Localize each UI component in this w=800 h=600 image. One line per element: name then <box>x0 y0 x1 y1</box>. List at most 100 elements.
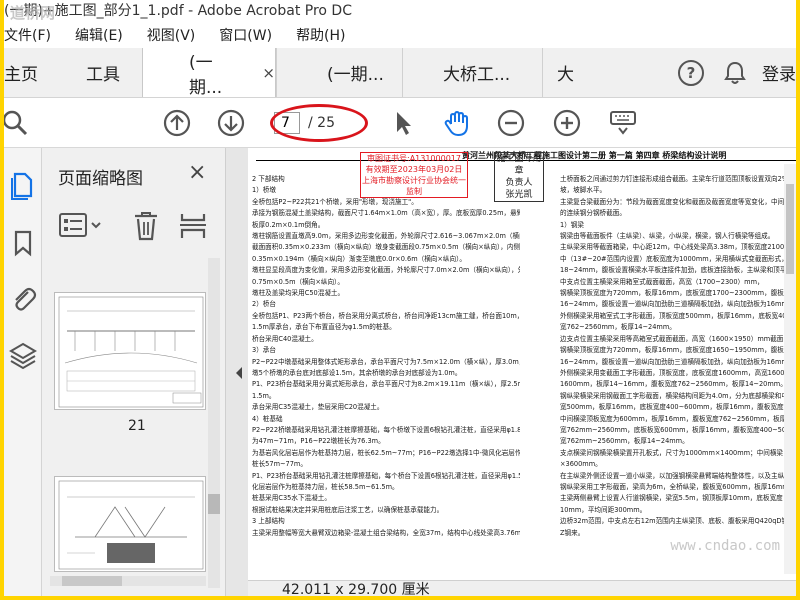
document-viewport[interactable]: 黄河兰州段某大桥工程施工图设计第二册 第一篇 第四章 桥梁结构设计说明 审图证书… <box>248 148 796 596</box>
text-column-left: 2 下部结构 1）桥墩 全桥包括P2~P22共21个桥墩，采用"形墩，现浇施工"。承… <box>252 174 520 539</box>
hand-tool-icon[interactable] <box>442 108 472 138</box>
document-text-line: 16~24mm，腹板设置一道纵向加劲肋三道横隔板加劲，纵向加劲板为16mm×19… <box>560 357 796 366</box>
document-text-line: 边支点位置主横梁采用等高箱室式截面截面，高宽（1600×1950）mm截面， <box>560 334 790 343</box>
document-text-line: 1）钢梁 <box>560 220 584 229</box>
document-text-line: 墩5个桥墩的承台底对底部设1.5m，其余桥墩的承台对底部设为1.0m。 <box>252 368 462 377</box>
panel-horizontal-scrollbar[interactable] <box>50 576 206 586</box>
document-text-line: 墩柱及盖梁均采用C50混凝土。 <box>252 289 345 298</box>
document-text-line: 中（13#~20#范围内设置）底板宽度为1000mm，采用横纵式变截面形式，箱梁… <box>560 254 796 263</box>
menu-file[interactable]: 文件(F) <box>4 25 51 45</box>
page-thumbnails-icon[interactable] <box>8 170 38 200</box>
zoom-in-icon[interactable] <box>552 108 582 138</box>
thumbnail-drawing <box>58 480 204 570</box>
status-bar: 42.011 x 29.700 厘米 <box>248 580 796 596</box>
previous-page-icon[interactable] <box>162 108 192 138</box>
next-page-icon[interactable] <box>216 108 246 138</box>
document-text-line: 钢纵梁采用工字形截面，梁高为6m，全桥纵梁，腹板宽600mm，板厚16mm，底板… <box>560 482 796 491</box>
keyboard-icon[interactable] <box>608 108 638 138</box>
panel-hscroll-thumb[interactable] <box>62 576 122 586</box>
tab-tools[interactable]: 工具 <box>64 48 142 97</box>
tab-home[interactable]: 主页 <box>4 48 64 97</box>
document-text-line: 1）桥墩 <box>252 186 276 195</box>
collapse-panel-icon[interactable] <box>234 366 244 380</box>
tab-right-tools: ? 登录 <box>618 48 796 97</box>
left-rail <box>4 148 42 596</box>
tab-document-4-label: 大 <box>557 65 574 85</box>
document-text-line: 宽500mm，板厚16mm，底板宽度400~600mm，板厚16mm，腹板宽度2… <box>560 403 796 412</box>
document-text-line: 钢纵梁横梁采用钢截面工字形截面，横梁结构间距为4.0m，分为底部横梁和中间横 <box>560 391 796 400</box>
document-text-line: P2~P22桥墩基础采用钻孔灌注桩摩擦基础，每个桥墩下设置6根钻孔灌注桩，直径采… <box>252 425 520 434</box>
document-text-line: 墩柱显显段高度为变化值，采用多边形变化截面，外轮廓尺寸7.0m×2.0m（横向×… <box>252 266 520 275</box>
attachment-icon[interactable] <box>8 284 38 314</box>
document-text-line: 全桥包括P2~P22共21个桥墩，采用"形墩，现浇施工"。 <box>252 197 418 206</box>
tab-document-4[interactable]: 大 <box>542 48 586 97</box>
thumbnail-options-icon[interactable] <box>58 210 104 242</box>
tab-document-3[interactable]: 大桥工... <box>402 48 542 97</box>
bell-icon[interactable] <box>722 60 748 86</box>
page-thumbnail[interactable] <box>54 292 206 410</box>
toolbar: / 25 <box>4 98 796 148</box>
document-text-line: 1.5m厚承台，承台下布置直径为φ1.5m的桩基。 <box>252 323 396 332</box>
thumbnail-page-number: 21 <box>128 418 146 434</box>
document-text-line: 承台采用C35混凝土，垫层采用C20混凝土。 <box>252 403 384 412</box>
document-text-line: 2 下部结构 <box>252 175 285 183</box>
tab-tools-label: 工具 <box>86 65 120 85</box>
document-text-line: 中间横梁顶板宽度为600mm，板厚16mm，腹板宽度762~2560mm，板厚1… <box>560 414 796 423</box>
document-text-line: 钢横梁顶板宽度为720mm，板厚16mm，底板宽度1650~1950mm，腹板厚 <box>560 346 791 355</box>
document-text-line: P1、P23桥台基础采用分离式矩形承台，承台平面尺寸为8.2m×19.11m（横… <box>252 380 520 389</box>
document-text-line: 18~24mm，腹板设置横梁水平板连接件加劲，底板连接肋板，主纵梁和顶平面布置，… <box>560 266 796 275</box>
menu-window[interactable]: 窗口(W) <box>219 25 272 45</box>
document-text-line: P2~P22中墩基础采用整体式矩形承台，承台平面尺寸为7.5m×12.0m（横×… <box>252 357 520 366</box>
document-text-line: 桩基采用C35水下混凝土。 <box>252 494 331 503</box>
stamp-red-line: 审图证书号:A131000017 <box>367 154 461 163</box>
page-size-readout: 42.011 x 29.700 厘米 <box>282 582 430 596</box>
menu-edit[interactable]: 编辑(E) <box>75 25 123 45</box>
login-button[interactable]: 登录 <box>762 60 796 85</box>
document-text-line: 在主纵梁外侧还设置一道小纵梁，以加强钢横梁悬臂端结构整体性，以及主纵梁 <box>560 471 791 480</box>
document-text-line: 全桥包括P1、P23两个桥台，桥台采用分离式桥台，桥台间净距13cm施工缝，桥台… <box>252 311 520 320</box>
document-text-line: 钢梁由等截面板件（主纵梁）、纵梁，小纵梁，横梁，钢人行横梁等组成。 <box>560 232 775 241</box>
menu-view[interactable]: 视图(V) <box>147 25 196 45</box>
document-text-line: 外侧横梁采用变截面工字形截面，顶板宽度，底板宽度1600mm，高宽1600mm， <box>560 368 796 377</box>
document-text-line: 承接为钢筋混凝土盖梁结构，截面尺寸1.64m×1.0m（高×宽），厚。底板宽厚0… <box>252 209 520 218</box>
document-text-line: 墩柱钢筋设置直墩高9.0m，采用多边形变化截面，外轮廓尺寸2.616~3.067… <box>252 232 520 241</box>
tab-document-2[interactable]: (一期... <box>276 48 402 97</box>
document-text-line: 10mm，平均间距300mm。 <box>560 505 647 514</box>
text-column-right: 土桥面板之间通过剪力钉连接形成组合截面。主梁车行道范围顶板设置双向2%横坡，人行… <box>560 174 796 539</box>
document-scroll-thumb[interactable] <box>786 184 794 274</box>
insert-page-icon[interactable] <box>178 210 208 242</box>
document-text-line: 土桥面板之间通过剪力钉连接形成组合截面。主梁车行道范围顶板设置双向2%横坡，人行… <box>560 175 796 183</box>
document-text-line: 主梁两侧悬臂上设置人行道钢横梁，梁宽5.5m，钢顶板厚10mm，底板宽度 <box>560 494 783 503</box>
search-icon[interactable] <box>4 108 30 138</box>
panel-scroll-thumb[interactable] <box>208 494 220 514</box>
document-text-line: 0.75m×0.5m（横向×纵向）。 <box>252 277 344 286</box>
thumbnails-panel: 页面缩略图 × 21 <box>42 148 226 596</box>
document-text-line: 为47m~71m，P16~P22墩桩长为76.3m。 <box>252 437 385 446</box>
layers-icon[interactable] <box>8 340 38 370</box>
panel-toolbar <box>52 210 220 244</box>
document-text-line: 板厚0.2m×0.1m倒角。 <box>252 220 325 229</box>
document-text-line: 主梁采用整幅等宽大悬臂双边箱梁-混凝土组合梁结构，全宽37m，结构中心线处梁高3… <box>252 528 520 537</box>
acrobat-window: (一期)+施工图_部分1_1.pdf - Adobe Acrobat Pro D… <box>4 0 796 596</box>
bookmark-icon[interactable] <box>8 228 38 258</box>
document-text-line: 宽762mm~2560mm，底板板宽600mm，板厚16mm，腹板宽度400~5… <box>560 425 796 434</box>
document-text-line: 主纵梁采用等截面箱梁，中心距12m，中心线处梁高3.38m，顶板宽度2100mm… <box>560 243 796 252</box>
menu-help[interactable]: 帮助(H) <box>296 25 345 45</box>
delete-page-icon[interactable] <box>132 210 160 242</box>
panel-close-icon[interactable]: × <box>188 160 206 185</box>
select-cursor-icon[interactable] <box>388 108 418 138</box>
document-text-line: 3 上部结构 <box>252 517 285 526</box>
document-text-line: P1、P23桥台基础采用钻孔灌注桩摩擦基础，每个桥台下设置6根钻孔灌注桩，直径采… <box>252 471 520 480</box>
document-text-line: ×3600mm。 <box>560 460 602 469</box>
document-text-line: 外侧横梁采用箱室式工字形截面，顶板宽度500mm，板厚16mm，底板宽400~5… <box>560 311 796 320</box>
tab-document-1[interactable]: (一期... × <box>142 48 276 98</box>
menu-bar: 文件(F) 编辑(E) 视图(V) 窗口(W) 帮助(H) <box>4 22 796 48</box>
tab-close-icon[interactable]: × <box>262 64 275 82</box>
pdf-page: 黄河兰州段某大桥工程施工图设计第二册 第一篇 第四章 桥梁结构设计说明 审图证书… <box>248 148 796 580</box>
document-vertical-scrollbar[interactable] <box>784 164 796 574</box>
panel-vertical-scrollbar[interactable] <box>208 258 220 588</box>
page-thumbnail[interactable] <box>54 476 206 572</box>
help-icon[interactable]: ? <box>678 59 704 86</box>
zoom-out-icon[interactable] <box>496 108 526 138</box>
document-text-line: 宽762~2560mm，板厚14~24mm。 <box>560 323 676 332</box>
